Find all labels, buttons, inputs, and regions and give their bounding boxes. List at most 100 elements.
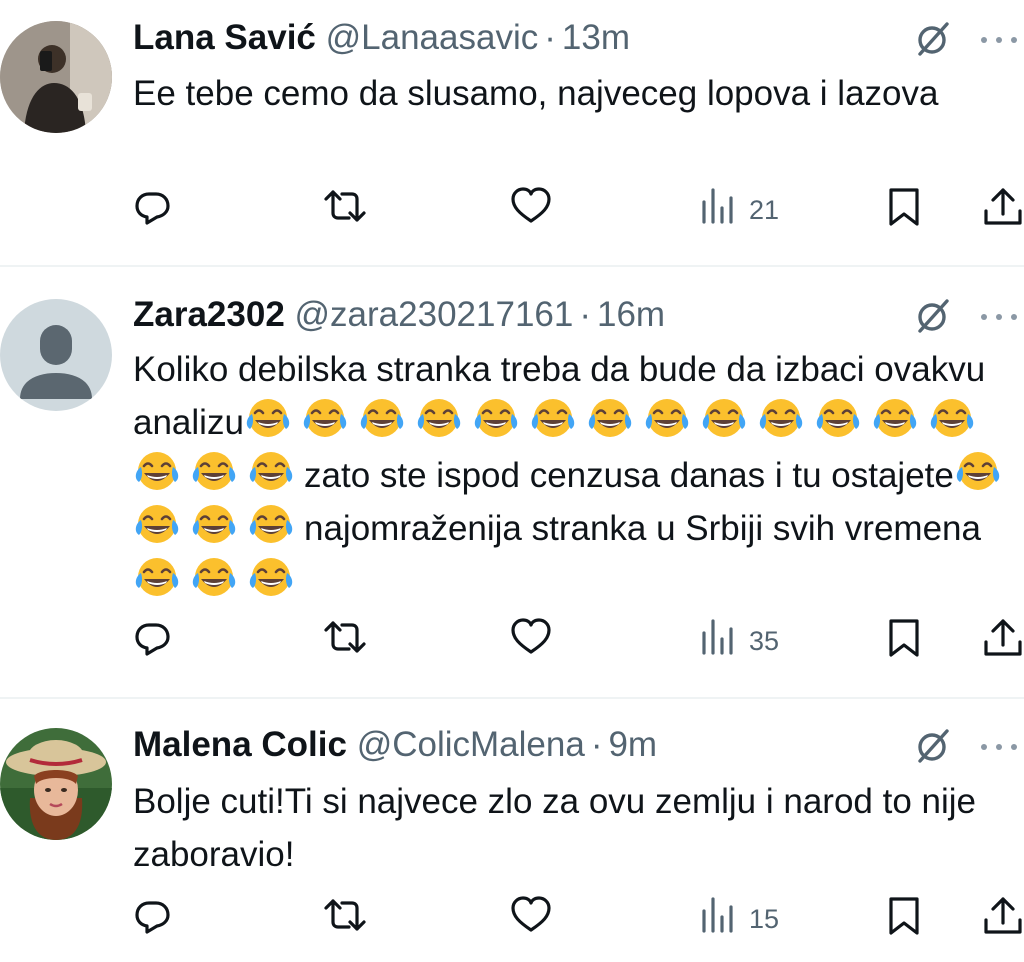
grok-icon[interactable] (914, 297, 952, 335)
reply-button[interactable] (133, 895, 173, 945)
separator-dot: · (544, 18, 556, 57)
tweet-text: Ee tebe cemo da slusamo, najveceg lopova… (133, 74, 939, 113)
laughing-tears-emoji (928, 396, 976, 440)
tweet[interactable]: Zara2302 @zara230217161 · 16m Koliko debil… (0, 267, 1024, 697)
tweet-header: Malena Colic @ColicMalena · 9m (133, 725, 657, 765)
reply-button[interactable] (133, 186, 173, 236)
laughing-tears-emoji (472, 396, 520, 440)
laughing-tears-emoji (247, 449, 295, 493)
laughing-tears-emoji (190, 449, 238, 493)
like-icon (511, 618, 551, 654)
user-handle[interactable]: @ColicMalena (357, 725, 585, 764)
user-handle[interactable]: @Lanaasavic (326, 18, 539, 57)
reply-icon (135, 623, 170, 656)
reply-icon (135, 901, 170, 934)
share-icon (984, 188, 1022, 225)
views-count: 35 (749, 626, 780, 656)
views-icon (702, 188, 733, 224)
timestamp[interactable]: 9m (608, 725, 657, 764)
laughing-tears-emoji (700, 396, 748, 440)
avatar[interactable] (0, 299, 112, 411)
header-icons (914, 295, 1024, 335)
laughing-tears-emoji (301, 396, 349, 440)
action-bar: 21 (133, 186, 1024, 236)
separator-dot: · (590, 725, 603, 764)
laughing-tears-emoji (247, 555, 295, 599)
views-count: 21 (749, 195, 780, 225)
retweet-button[interactable] (323, 895, 367, 945)
tweet-header: Zara2302 @zara230217161 · 16m (133, 295, 665, 335)
views-icon (702, 897, 733, 933)
timestamp[interactable]: 13m (562, 18, 630, 57)
timestamp[interactable]: 16m (597, 295, 665, 334)
laughing-tears-emoji (133, 555, 181, 599)
views-count: 15 (749, 904, 780, 934)
laughing-tears-emoji (643, 396, 691, 440)
like-button[interactable] (510, 617, 552, 667)
user-photo (0, 728, 112, 840)
header-icons (914, 725, 1024, 765)
laughing-tears-emoji (954, 449, 1002, 493)
retweet-button[interactable] (323, 186, 367, 236)
avatar[interactable] (0, 728, 112, 840)
views-button[interactable]: 15 (699, 895, 819, 945)
more-icon[interactable] (974, 727, 1024, 765)
display-name[interactable]: Zara2302 (133, 295, 285, 334)
retweet-icon (324, 621, 366, 653)
share-icon (984, 619, 1022, 656)
tweet[interactable]: Malena Colic @ColicMalena · 9m Bolje cuti!… (0, 699, 1024, 962)
views-button[interactable]: 35 (699, 617, 819, 667)
like-icon (511, 187, 551, 223)
header-icons (914, 18, 1024, 58)
laughing-tears-emoji (415, 396, 463, 440)
user-handle[interactable]: @zara230217161 (295, 295, 574, 334)
grok-icon[interactable] (914, 20, 952, 58)
more-icon[interactable] (974, 20, 1024, 58)
tweet-text: Bolje cuti!Ti si najvece zlo za ovu zeml… (133, 782, 976, 874)
laughing-tears-emoji (133, 502, 181, 546)
bookmark-button[interactable] (886, 895, 922, 945)
action-bar: 35 (133, 617, 1024, 667)
laughing-tears-emoji (133, 449, 181, 493)
tweet-text: Koliko debilska stranka treba da bude da… (133, 343, 1018, 608)
like-icon (511, 896, 551, 932)
bookmark-button[interactable] (886, 617, 922, 667)
laughing-tears-emoji (529, 396, 577, 440)
retweet-button[interactable] (323, 617, 367, 667)
bookmark-icon (889, 188, 919, 226)
laughing-tears-emoji (814, 396, 862, 440)
grok-icon[interactable] (914, 727, 952, 765)
laughing-tears-emoji (190, 555, 238, 599)
more-icon[interactable] (974, 297, 1024, 335)
bookmark-button[interactable] (886, 186, 922, 236)
laughing-tears-emoji (358, 396, 406, 440)
laughing-tears-emoji (247, 502, 295, 546)
like-button[interactable] (510, 895, 552, 945)
laughing-tears-emoji (871, 396, 919, 440)
views-button[interactable]: 21 (699, 186, 819, 236)
tweet-header: Lana Savić @Lanaasavic · 13m (133, 18, 630, 58)
tweet-text-segment: najomraženija stranka u Srbiji svih vrem… (304, 509, 981, 548)
reply-button[interactable] (133, 617, 173, 667)
display-name[interactable]: Lana Savić (133, 18, 316, 57)
share-button[interactable] (982, 895, 1024, 945)
laughing-tears-emoji (757, 396, 805, 440)
separator-dot: · (579, 295, 591, 334)
share-button[interactable] (982, 186, 1024, 236)
reply-icon (135, 192, 170, 225)
share-icon (984, 897, 1022, 934)
default-avatar-icon (0, 299, 112, 411)
user-photo (0, 21, 112, 133)
bookmark-icon (889, 619, 919, 657)
avatar[interactable] (0, 21, 112, 133)
laughing-tears-emoji (586, 396, 634, 440)
views-icon (702, 619, 733, 655)
tweet-text-segment: zato ste ispod cenzusa danas i tu ostaje… (304, 456, 954, 495)
display-name[interactable]: Malena Colic (133, 725, 347, 764)
share-button[interactable] (982, 617, 1024, 667)
tweet[interactable]: Lana Savić @Lanaasavic · 13m Ee tebe cemo … (0, 0, 1024, 265)
like-button[interactable] (510, 186, 552, 236)
retweet-icon (324, 190, 366, 222)
laughing-tears-emoji (190, 502, 238, 546)
emoji-group (133, 558, 304, 601)
